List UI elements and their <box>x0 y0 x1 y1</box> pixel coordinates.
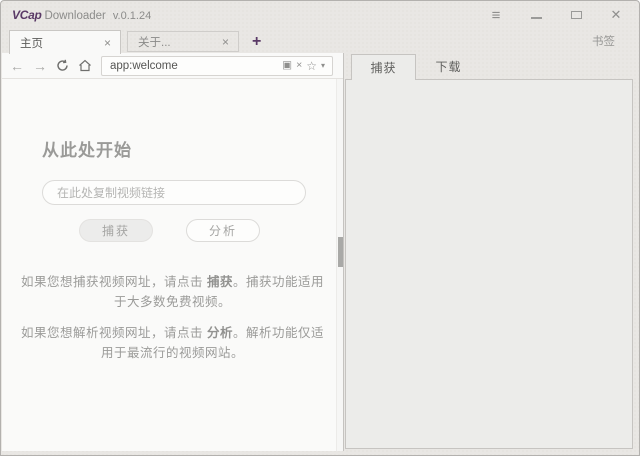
analyze-help-text: 如果您想解析视频网址，请点击 分析。解析功能仅适用于最流行的视频网站。 <box>20 323 326 363</box>
tab-close-icon[interactable]: × <box>220 35 231 49</box>
chevron-down-icon[interactable]: ▾ <box>319 62 327 70</box>
page-title: 从此处开始 <box>42 136 343 161</box>
bookmarks-button[interactable]: 书签 <box>592 33 615 49</box>
back-icon[interactable]: ← <box>10 59 24 73</box>
capture-list-panel <box>345 79 633 449</box>
tab-about-label: 关于... <box>138 34 220 50</box>
tab-download[interactable]: 下载 <box>416 54 481 79</box>
app-version: v.0.1.24 <box>113 10 151 22</box>
titlebar: VCap Downloader v.0.1.24 ≡ ✕ <box>1 1 639 29</box>
main-area: ← → app:welcome ▣ × <box>2 53 638 451</box>
video-url-input[interactable] <box>42 180 306 205</box>
forward-icon[interactable]: → <box>33 59 47 73</box>
address-bar[interactable]: app:welcome ▣ × ☆ ▾ <box>101 56 333 76</box>
side-panel-tabs: 捕获 下载 <box>344 53 638 79</box>
app-name: Downloader <box>44 10 105 22</box>
close-icon[interactable]: ✕ <box>609 8 623 22</box>
minimize-icon[interactable] <box>529 8 543 22</box>
scrollbar-thumb[interactable] <box>338 237 343 267</box>
brand-name: VCap <box>12 8 41 22</box>
welcome-page: 从此处开始 捕获 分析 如果您想捕获视频网址，请点击 捕获。捕获功能适用于大多数… <box>2 79 343 451</box>
reader-mode-icon[interactable]: ▣ <box>280 60 294 71</box>
side-panel: 捕获 下载 <box>344 53 638 451</box>
tab-home[interactable]: 主页 × <box>9 30 121 54</box>
star-icon[interactable]: ☆ <box>304 60 319 72</box>
window-controls: ≡ ✕ <box>489 8 623 22</box>
navigation-bar: ← → app:welcome ▣ × <box>2 53 343 79</box>
tab-home-label: 主页 <box>20 35 102 51</box>
tab-close-icon[interactable]: × <box>102 36 113 50</box>
tab-about[interactable]: 关于... × <box>127 31 239 52</box>
capture-button[interactable]: 捕获 <box>79 219 153 242</box>
tab-strip: 主页 × 关于... × + 书签 <box>1 29 639 53</box>
app-window: VCap Downloader v.0.1.24 ≡ ✕ 主页 × 关于... … <box>0 0 640 456</box>
vertical-scrollbar[interactable] <box>336 79 343 451</box>
home-icon[interactable] <box>78 59 92 72</box>
stop-icon[interactable]: × <box>294 60 304 71</box>
maximize-icon[interactable] <box>569 8 583 22</box>
tab-capture[interactable]: 捕获 <box>351 54 416 80</box>
browser-pane: ← → app:welcome ▣ × <box>2 53 344 451</box>
menu-icon[interactable]: ≡ <box>489 8 503 22</box>
capture-help-text: 如果您想捕获视频网址，请点击 捕获。捕获功能适用于大多数免费视频。 <box>20 272 326 312</box>
app-logo: VCap Downloader v.0.1.24 <box>12 8 151 22</box>
refresh-icon[interactable] <box>56 59 69 72</box>
new-tab-button[interactable]: + <box>249 34 264 50</box>
address-url[interactable]: app:welcome <box>110 60 280 72</box>
action-buttons: 捕获 分析 <box>2 219 337 242</box>
analyze-button[interactable]: 分析 <box>186 219 260 242</box>
